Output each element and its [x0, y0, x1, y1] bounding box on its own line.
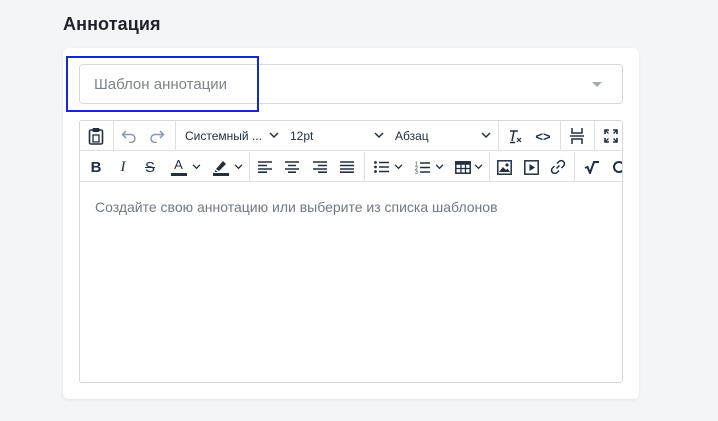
svg-text:3: 3 [415, 170, 418, 174]
paste-icon [88, 127, 104, 145]
chevron-down-icon [192, 164, 201, 170]
undo-icon [121, 129, 137, 143]
page-break-icon [569, 127, 585, 145]
italic-icon: I [120, 158, 126, 175]
chevron-down-icon [374, 132, 384, 139]
text-color-swatch [170, 173, 187, 176]
chevron-down-icon [481, 132, 491, 139]
text-color-button[interactable]: A [165, 152, 205, 182]
align-center-icon [285, 161, 299, 173]
chevron-down-icon [592, 82, 602, 87]
align-right-icon [313, 161, 327, 173]
editor-placeholder: Создайте свою аннотацию или выберите из … [95, 199, 498, 215]
align-center-button[interactable] [279, 152, 305, 182]
font-size-dropdown[interactable]: 12pt [284, 121, 388, 151]
numbered-list-button[interactable]: 123 [409, 152, 449, 182]
special-icon [612, 160, 622, 174]
math-icon [584, 160, 599, 174]
block-format-dropdown[interactable]: Абзац [389, 121, 495, 151]
template-select[interactable]: Шаблон аннотации [79, 64, 623, 104]
table-button[interactable] [451, 152, 487, 182]
clear-formatting-button[interactable] [501, 121, 529, 151]
align-justify-button[interactable] [334, 152, 360, 182]
align-justify-icon [340, 161, 354, 173]
code-icon: <> [535, 128, 551, 144]
fullscreen-icon [604, 129, 618, 143]
chevron-down-icon [234, 164, 243, 170]
insert-math-button[interactable] [578, 152, 604, 182]
insert-media-button[interactable] [518, 152, 544, 182]
text-color-letter: A [174, 157, 183, 172]
align-left-button[interactable] [252, 152, 278, 182]
template-select-placeholder: Шаблон аннотации [94, 76, 228, 93]
numbered-list-icon: 123 [415, 161, 430, 174]
align-left-icon [258, 161, 272, 173]
font-family-value: Системный ... [185, 129, 262, 143]
bullet-list-button[interactable] [368, 152, 408, 182]
bold-icon: B [90, 158, 102, 176]
text-color-icon: A [170, 157, 188, 177]
chevron-down-icon [474, 164, 483, 170]
clear-formatting-icon [507, 128, 523, 144]
section-title: Аннотация [63, 14, 161, 34]
redo-icon [149, 129, 165, 143]
table-icon [455, 160, 471, 174]
italic-button[interactable]: I [110, 152, 136, 182]
paste-button[interactable] [80, 121, 112, 151]
toolbar-row-2: B I S A 1 2 3 [80, 152, 622, 182]
font-family-dropdown[interactable]: Системный ... [179, 121, 283, 151]
chevron-down-icon [435, 164, 444, 170]
link-icon [550, 159, 566, 175]
undo-button[interactable] [116, 121, 142, 151]
chevron-down-icon [269, 132, 279, 139]
block-format-value: Абзац [395, 129, 429, 143]
redo-button[interactable] [144, 121, 170, 151]
fullscreen-button[interactable] [597, 121, 622, 151]
page-break-button[interactable] [563, 121, 591, 151]
highlight-pen-icon [212, 158, 230, 176]
font-size-value: 12pt [290, 129, 314, 143]
source-code-button[interactable]: <> [530, 121, 556, 151]
toolbar-row-1: Системный ... 12pt Абзац <> [80, 121, 622, 151]
image-icon [496, 159, 512, 175]
chevron-down-icon [394, 164, 403, 170]
bold-button[interactable]: B [83, 152, 109, 182]
insert-link-button[interactable] [545, 152, 571, 182]
bullet-list-icon [373, 161, 389, 173]
insert-image-button[interactable] [491, 152, 517, 182]
strikethrough-icon: S [144, 158, 155, 176]
rich-text-editor[interactable]: Системный ... 12pt Абзац <> B I S A 1 2 … [79, 120, 623, 383]
align-right-button[interactable] [307, 152, 333, 182]
special-character-button[interactable] [606, 152, 622, 182]
media-icon [523, 159, 539, 175]
strikethrough-button[interactable]: S [137, 152, 163, 182]
highlight-color-button[interactable] [207, 152, 247, 182]
